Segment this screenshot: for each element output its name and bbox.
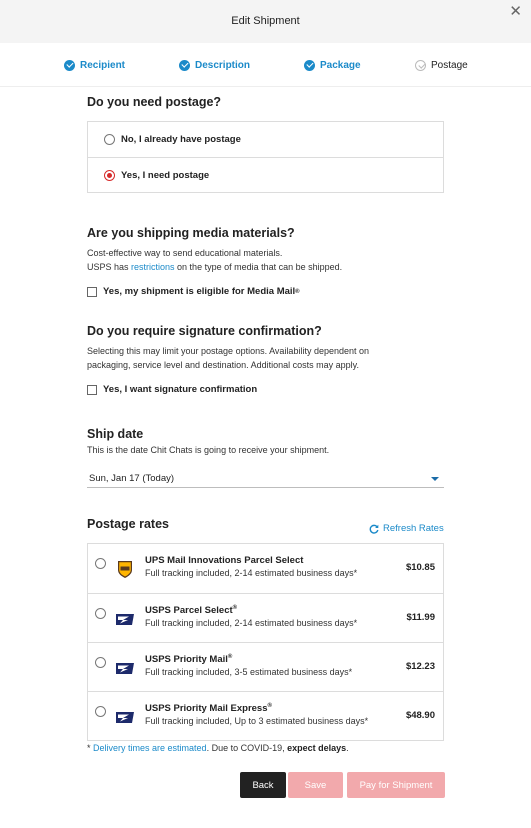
rate-option[interactable]: USPS Parcel Select® Full tracking includ… xyxy=(88,593,443,642)
refresh-icon xyxy=(369,524,379,534)
step-label: Postage xyxy=(431,59,468,71)
close-icon[interactable]: ✕ xyxy=(509,4,522,19)
signature-line-1: Selecting this may limit your postage op… xyxy=(87,346,370,356)
check-circle-icon xyxy=(415,59,426,71)
refresh-rates-label: Refresh Rates xyxy=(383,523,444,534)
postage-option-label: Yes, I need postage xyxy=(121,169,210,181)
footnote-emphasis: expect delays xyxy=(287,743,347,753)
footnote-text: . Due to COVID-19, xyxy=(206,743,288,753)
ship-date-select[interactable]: Sun, Jan 17 (Today) xyxy=(87,470,444,488)
signature-line-2: packaging, service level and destination… xyxy=(87,360,359,370)
rate-option[interactable]: UPS Mail Innovations Parcel Select Full … xyxy=(88,544,443,593)
postage-options: No, I already have postage Yes, I need p… xyxy=(87,121,444,193)
rate-name-text: UPS Mail Innovations Parcel Select xyxy=(145,555,304,566)
progress-steps: Recipient Description Package Postage xyxy=(0,43,531,87)
step-label: Description xyxy=(195,59,251,71)
rate-name-text: USPS Priority Mail Express xyxy=(145,703,268,715)
usps-eagle-icon xyxy=(116,663,134,674)
step-recipient[interactable]: Recipient xyxy=(64,58,125,72)
ship-date-description: This is the date Chit Chats is going to … xyxy=(87,445,330,455)
rate-price: $12.23 xyxy=(405,661,435,672)
signature-description: Selecting this may limit your postage op… xyxy=(87,344,369,372)
rate-name: USPS Priority Mail Express® xyxy=(145,703,272,714)
media-line-2-text: USPS has xyxy=(87,262,132,272)
check-circle-icon xyxy=(64,59,75,71)
check-circle-icon xyxy=(304,59,315,71)
media-line-2: USPS has restrictions on the type of med… xyxy=(87,260,342,274)
rates-list: UPS Mail Innovations Parcel Select Full … xyxy=(87,543,444,741)
step-description[interactable]: Description xyxy=(179,58,250,72)
media-line-1: Cost-effective way to send educational m… xyxy=(87,248,283,258)
signature-checkbox-row[interactable]: Yes, I want signature confirmation xyxy=(87,384,257,395)
pay-for-shipment-button[interactable]: Pay for Shipment xyxy=(347,772,445,798)
radio-button[interactable] xyxy=(95,608,106,619)
rates-heading: Postage rates xyxy=(87,517,169,531)
media-mail-checkbox[interactable] xyxy=(87,286,97,297)
rate-name-text: USPS Priority Mail xyxy=(145,654,228,666)
usps-eagle-icon xyxy=(116,712,134,723)
media-heading: Are you shipping media materials? xyxy=(87,226,295,240)
postage-option-no[interactable]: No, I already have postage xyxy=(88,122,443,157)
rate-details: Full tracking included, 3-5 estimated bu… xyxy=(145,667,353,677)
media-mail-label: Yes, my shipment is eligible for Media M… xyxy=(103,286,296,297)
rate-name: USPS Parcel Select® xyxy=(145,605,237,616)
rate-price: $10.85 xyxy=(405,562,435,573)
rate-details: Full tracking included, Up to 3 estimate… xyxy=(145,716,369,726)
radio-button[interactable] xyxy=(104,134,115,145)
rate-name: USPS Priority Mail® xyxy=(145,654,232,665)
rate-details: Full tracking included, 2-14 estimated b… xyxy=(145,618,358,628)
postage-heading: Do you need postage? xyxy=(87,95,222,109)
rate-option[interactable]: USPS Priority Mail Express® Full trackin… xyxy=(88,691,443,740)
step-label: Package xyxy=(320,59,361,71)
ship-date-value: Sun, Jan 17 (Today) xyxy=(89,473,175,484)
refresh-rates-link[interactable]: Refresh Rates xyxy=(369,523,444,534)
save-button[interactable]: Save xyxy=(288,772,343,798)
ups-logo-icon xyxy=(118,561,132,578)
media-line-2-text-end: on the type of media that can be shipped… xyxy=(174,262,343,272)
rate-option[interactable]: USPS Priority Mail® Full tracking includ… xyxy=(88,642,443,691)
postage-option-yes[interactable]: Yes, I need postage xyxy=(88,157,443,192)
rate-price: $48.90 xyxy=(405,710,435,721)
step-postage[interactable]: Postage xyxy=(415,58,468,72)
registered-mark: ® xyxy=(232,605,238,611)
usps-eagle-icon xyxy=(116,614,134,625)
signature-label: Yes, I want signature confirmation xyxy=(103,384,258,395)
radio-button[interactable] xyxy=(95,558,106,569)
media-description: Cost-effective way to send educational m… xyxy=(87,246,342,274)
ship-date-heading: Ship date xyxy=(87,427,144,441)
rate-details: Full tracking included, 2-14 estimated b… xyxy=(145,568,358,578)
radio-button[interactable] xyxy=(95,706,106,717)
modal-header: Edit Shipment ✕ xyxy=(0,0,531,43)
registered-mark: ® xyxy=(295,288,300,295)
radio-button[interactable] xyxy=(95,657,106,668)
step-label: Recipient xyxy=(80,59,126,71)
rate-name: UPS Mail Innovations Parcel Select xyxy=(145,555,303,566)
registered-mark: ® xyxy=(267,703,272,709)
rate-name-text: USPS Parcel Select xyxy=(145,605,233,617)
footnote-end: . xyxy=(346,743,349,753)
chevron-down-icon xyxy=(431,477,439,481)
rate-price: $11.99 xyxy=(406,612,435,623)
signature-checkbox[interactable] xyxy=(87,384,97,395)
radio-button-selected[interactable] xyxy=(104,169,115,181)
delivery-footnote: * Delivery times are estimated. Due to C… xyxy=(87,743,349,753)
signature-heading: Do you require signature confirmation? xyxy=(87,324,322,338)
modal-title: Edit Shipment xyxy=(231,15,300,27)
check-circle-icon xyxy=(179,59,190,71)
registered-mark: ® xyxy=(227,654,233,660)
step-package[interactable]: Package xyxy=(304,58,361,72)
delivery-estimate-link[interactable]: Delivery times are estimated xyxy=(93,743,207,753)
restrictions-link[interactable]: restrictions xyxy=(131,262,175,272)
back-button[interactable]: Back xyxy=(240,772,286,798)
media-mail-checkbox-row[interactable]: Yes, my shipment is eligible for Media M… xyxy=(87,286,300,297)
postage-option-label: No, I already have postage xyxy=(121,134,241,145)
